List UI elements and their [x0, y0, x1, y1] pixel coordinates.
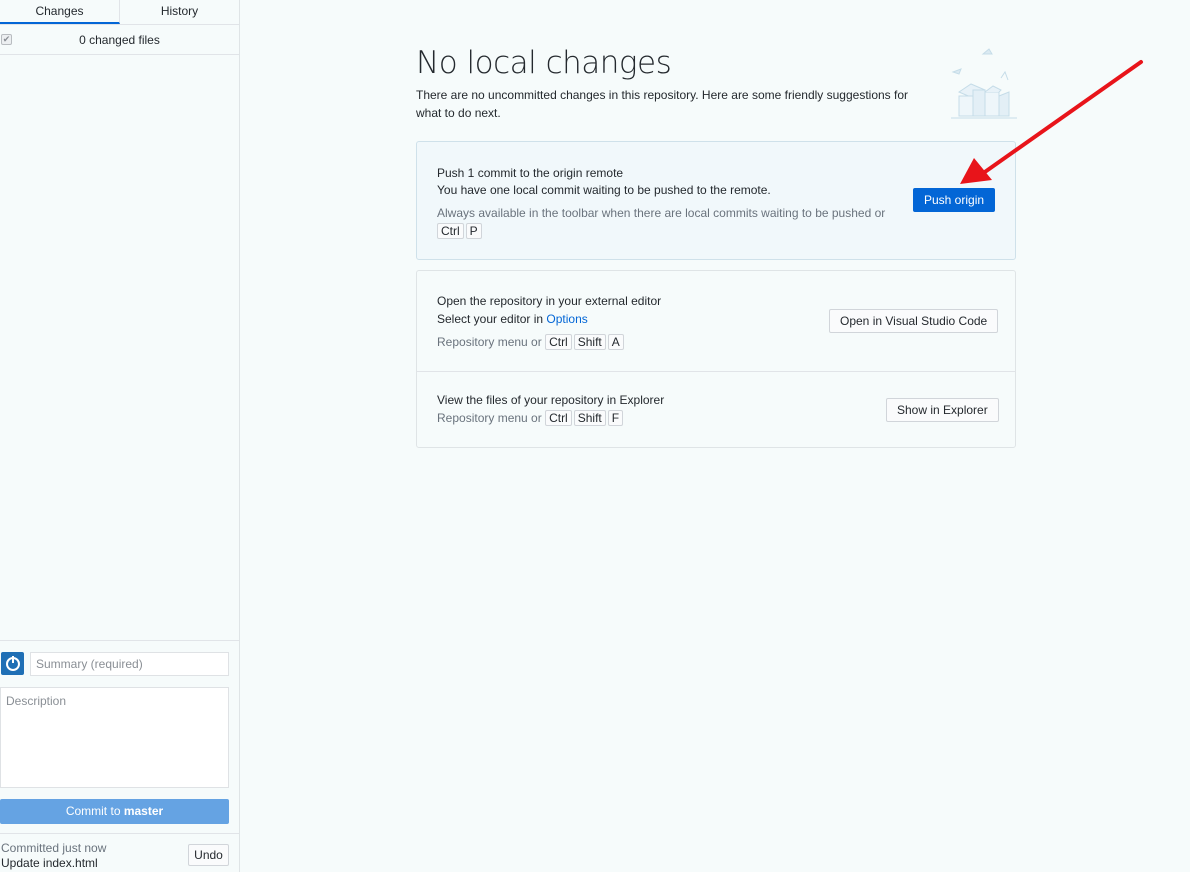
github-desktop-avatar-icon — [1, 652, 24, 675]
shortcut-key: Ctrl — [545, 334, 572, 350]
editor-title: Open the repository in your external edi… — [437, 294, 662, 308]
push-suggestion-card: Push 1 commit to the origin remote You h… — [416, 141, 1016, 260]
commit-message-area: Commit to master — [0, 640, 239, 833]
main-content: No local changes There are no uncommitte… — [240, 0, 1190, 872]
last-commit-message: Update index.html — [1, 856, 98, 870]
shortcut-key: P — [465, 223, 482, 239]
open-in-editor-button[interactable]: Open in Visual Studio Code — [829, 309, 999, 333]
commit-button-branch: master — [123, 804, 164, 818]
show-in-explorer-button[interactable]: Show in Explorer — [886, 398, 999, 422]
push-title: Push 1 commit to the origin remote — [437, 166, 624, 180]
explorer-title: View the files of your repository in Exp… — [437, 393, 665, 407]
explorer-hint-text: Repository menu or — [437, 411, 542, 425]
shortcut-key: Ctrl — [545, 410, 572, 426]
page-subtitle: There are no uncommitted changes in this… — [416, 88, 909, 120]
tab-changes[interactable]: Changes — [0, 0, 120, 24]
description-input[interactable] — [0, 687, 229, 788]
options-link[interactable]: Options — [546, 312, 587, 326]
changes-list-header: ✔ 0 changed files — [0, 25, 239, 55]
shortcut-key: F — [607, 410, 624, 426]
shortcut-key: A — [607, 334, 624, 350]
undo-button[interactable]: Undo — [188, 844, 229, 866]
editor-hint-text: Repository menu or — [437, 335, 542, 349]
push-description: You have one local commit waiting to be … — [437, 183, 771, 197]
shortcut-key: Ctrl — [437, 223, 464, 239]
empty-repo-illustration — [951, 48, 1017, 119]
shortcut-key: Shift — [573, 410, 606, 426]
tab-history[interactable]: History — [120, 0, 239, 24]
summary-input[interactable] — [30, 652, 229, 676]
editor-hint: Repository menu or Ctrl Shift A — [437, 333, 626, 351]
shortcut-key: Shift — [573, 334, 606, 350]
editor-select-prefix: Select your editor in — [437, 312, 547, 326]
changed-files-count: 0 changed files — [79, 32, 160, 47]
commit-button[interactable]: Commit to master — [0, 799, 229, 824]
push-origin-button[interactable]: Push origin — [913, 188, 996, 212]
commit-button-prefix: Commit to — [65, 804, 124, 818]
editor-suggestion-card: Open the repository in your external edi… — [416, 270, 1016, 448]
undo-commit-area: Committed just now Update index.html Und… — [0, 833, 239, 872]
sidebar: Changes History ✔ 0 changed files Commit… — [0, 0, 240, 872]
card-divider — [417, 371, 1015, 372]
committed-label: Committed just now — [1, 841, 107, 855]
editor-select-text: Select your editor in Options — [437, 310, 588, 328]
sidebar-tabs: Changes History — [0, 0, 239, 25]
explorer-hint: Repository menu or Ctrl Shift F — [437, 409, 625, 427]
push-hint-text: Always available in the toolbar when the… — [437, 206, 886, 220]
page-title: No local changes — [416, 45, 672, 81]
checkbox-icon[interactable]: ✔ — [1, 34, 12, 45]
push-hint: Always available in the toolbar when the… — [437, 204, 897, 240]
